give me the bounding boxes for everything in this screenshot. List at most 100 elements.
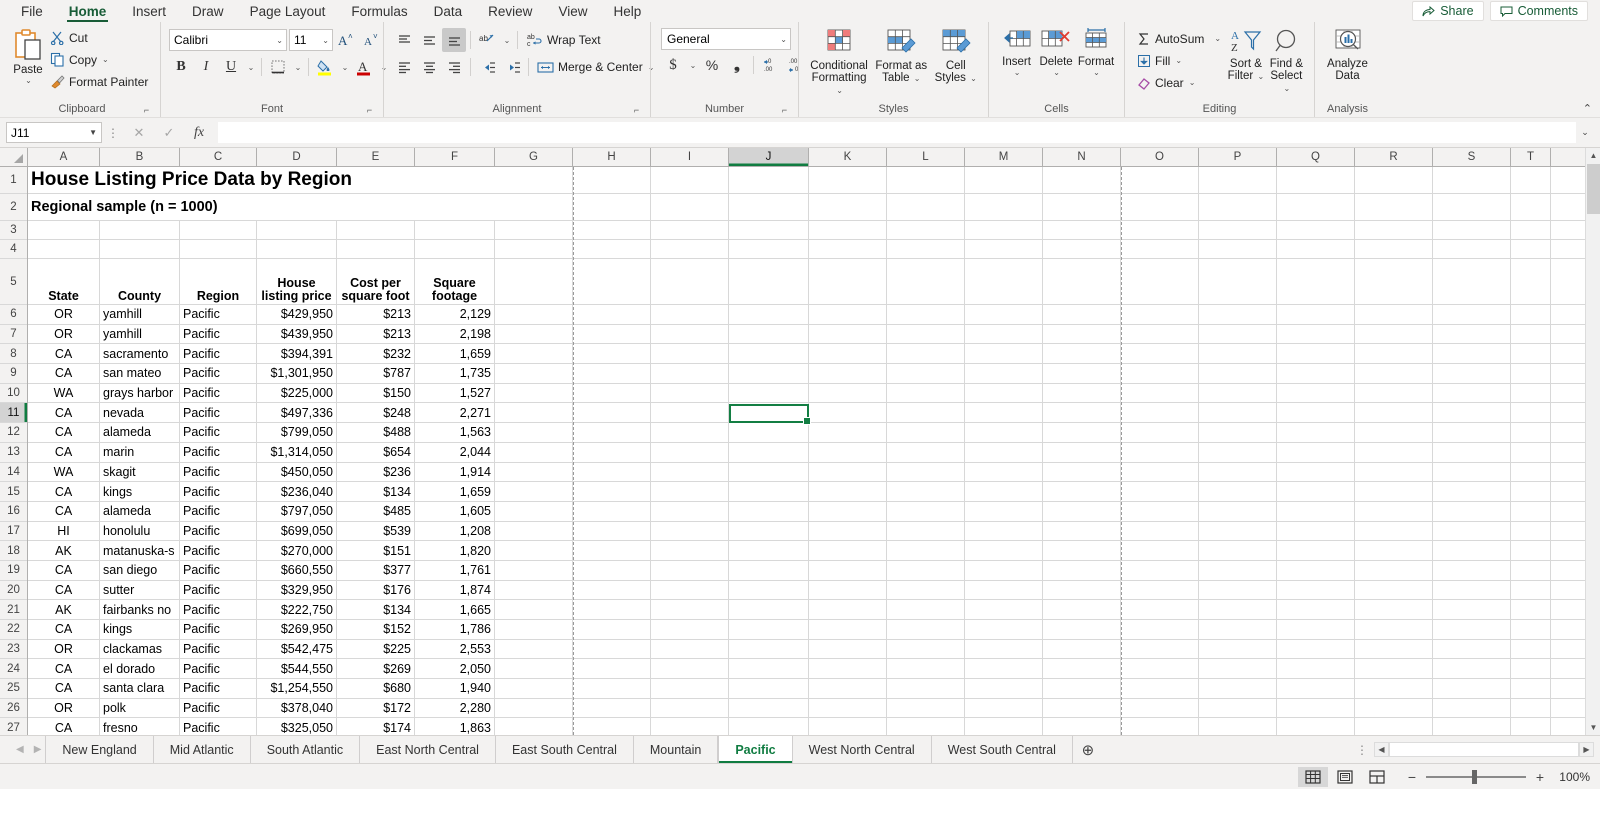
grid-cell[interactable] — [1433, 620, 1511, 639]
grid-cell[interactable] — [1355, 403, 1433, 423]
column-header-l[interactable]: L — [887, 148, 965, 166]
sheet-tab-mid-atlantic[interactable]: Mid Atlantic — [154, 736, 251, 763]
table-data-cell[interactable]: Pacific — [180, 305, 257, 324]
grid-cell[interactable] — [495, 620, 573, 639]
grid-cell[interactable] — [965, 718, 1043, 735]
menu-tab-file[interactable]: File — [8, 0, 56, 22]
table-data-cell[interactable]: $151 — [337, 541, 415, 560]
grid-cell[interactable] — [965, 221, 1043, 239]
sheet-tab-east-south-central[interactable]: East South Central — [496, 736, 634, 763]
menu-tab-view[interactable]: View — [545, 0, 600, 22]
column-header-t[interactable]: T — [1511, 148, 1551, 166]
currency-dropdown[interactable]: ⌄ — [686, 53, 699, 77]
grid-cell[interactable] — [1121, 560, 1199, 580]
grid-cell[interactable] — [1277, 482, 1355, 501]
grid-cell[interactable] — [887, 560, 965, 580]
grid-cell[interactable] — [1121, 383, 1199, 403]
grid-cell[interactable] — [1277, 501, 1355, 521]
grid-cell[interactable] — [887, 639, 965, 659]
grid-cell[interactable] — [573, 442, 651, 462]
formula-input[interactable] — [218, 122, 1576, 143]
grid-cell[interactable] — [887, 620, 965, 639]
grid-cell[interactable] — [1199, 580, 1277, 600]
fill-color-button[interactable] — [313, 55, 337, 79]
grid-cell[interactable] — [965, 620, 1043, 639]
grid-cell[interactable] — [887, 698, 965, 718]
grid-cell[interactable] — [1511, 259, 1551, 304]
grid-cell[interactable] — [337, 221, 415, 239]
table-data-cell[interactable]: $660,550 — [257, 560, 337, 580]
insert-cells-button[interactable]: Insert ⌄ — [997, 26, 1036, 77]
grid-cell[interactable] — [1511, 521, 1551, 541]
grid-cell[interactable] — [1043, 364, 1121, 383]
grid-cell[interactable] — [1199, 167, 1277, 193]
sort-filter-button[interactable]: A Z Sort & Filter ⌄ — [1227, 26, 1265, 83]
zoom-track[interactable] — [1426, 769, 1526, 784]
increase-font-size-button[interactable]: A ˄ — [335, 28, 359, 52]
table-data-cell[interactable]: 1,208 — [415, 521, 495, 541]
grid-cell[interactable] — [573, 194, 651, 220]
table-data-cell[interactable]: 1,605 — [415, 501, 495, 521]
table-data-cell[interactable]: Pacific — [180, 383, 257, 403]
grid-cell[interactable] — [729, 194, 809, 220]
table-data-cell[interactable]: Pacific — [180, 659, 257, 679]
grid-cell[interactable] — [573, 324, 651, 344]
grid-cell[interactable] — [1277, 167, 1355, 193]
grid-cell[interactable] — [1433, 305, 1511, 324]
grid-cell[interactable] — [1199, 442, 1277, 462]
table-header-cell[interactable]: County — [100, 259, 180, 304]
grid-cell[interactable] — [495, 305, 573, 324]
orientation-button[interactable]: ab — [475, 28, 499, 52]
scroll-left-button[interactable]: ◀ — [1374, 742, 1389, 757]
grid-cell[interactable] — [495, 482, 573, 501]
grid-cell[interactable] — [729, 679, 809, 698]
table-data-cell[interactable]: $270,000 — [257, 541, 337, 560]
grid-cell[interactable] — [1511, 240, 1551, 258]
table-data-cell[interactable]: CA — [28, 580, 100, 600]
align-right-button[interactable] — [442, 55, 466, 79]
grid-cell[interactable] — [965, 423, 1043, 442]
grid-cell[interactable] — [1043, 600, 1121, 619]
cut-button[interactable]: Cut — [46, 27, 152, 48]
grid-cell[interactable] — [965, 501, 1043, 521]
underline-button[interactable]: U — [219, 55, 243, 79]
grid-cell[interactable] — [1433, 167, 1511, 193]
table-data-cell[interactable]: $134 — [337, 482, 415, 501]
grid-cell[interactable] — [1121, 600, 1199, 619]
currency-format-button[interactable]: $ — [661, 53, 685, 77]
grid-cell[interactable] — [809, 541, 887, 560]
font-color-button[interactable]: A — [352, 55, 376, 79]
table-data-cell[interactable]: $174 — [337, 718, 415, 735]
grid-cell[interactable] — [965, 698, 1043, 718]
grid-cell[interactable] — [1511, 659, 1551, 679]
chevron-down-icon[interactable]: ⌄ — [970, 74, 977, 83]
grid-cell[interactable] — [1355, 679, 1433, 698]
grid-cell[interactable] — [729, 344, 809, 364]
grid-cell[interactable] — [651, 560, 729, 580]
align-bottom-button[interactable] — [442, 28, 466, 52]
grid-cell[interactable] — [729, 259, 809, 304]
grid-cell[interactable] — [809, 698, 887, 718]
grid-cell[interactable] — [1043, 482, 1121, 501]
row-header-7[interactable]: 7 — [0, 324, 27, 345]
table-header-cell[interactable]: Cost per square foot — [337, 259, 415, 304]
grid-cell[interactable] — [1433, 580, 1511, 600]
grid-cell[interactable] — [651, 659, 729, 679]
grid-cell[interactable] — [1277, 221, 1355, 239]
row-header-9[interactable]: 9 — [0, 364, 27, 384]
name-box[interactable]: J11 ▼ — [6, 122, 102, 143]
add-sheet-button[interactable]: ⊕ — [1073, 736, 1103, 763]
grid-cell[interactable] — [573, 679, 651, 698]
grid-cell[interactable] — [1199, 718, 1277, 735]
row-header-3[interactable]: 3 — [0, 221, 27, 240]
grid-cell[interactable] — [1355, 521, 1433, 541]
grid-cell[interactable] — [809, 364, 887, 383]
grid-cell[interactable] — [1277, 305, 1355, 324]
grid-cell[interactable] — [729, 620, 809, 639]
page-break-view-button[interactable] — [1362, 767, 1392, 787]
grid-cell[interactable] — [965, 442, 1043, 462]
grid-cell[interactable] — [1355, 482, 1433, 501]
table-data-cell[interactable]: $225,000 — [257, 383, 337, 403]
expand-formula-bar-button[interactable]: ⌄ — [1576, 127, 1594, 138]
grid-cell[interactable] — [887, 659, 965, 679]
